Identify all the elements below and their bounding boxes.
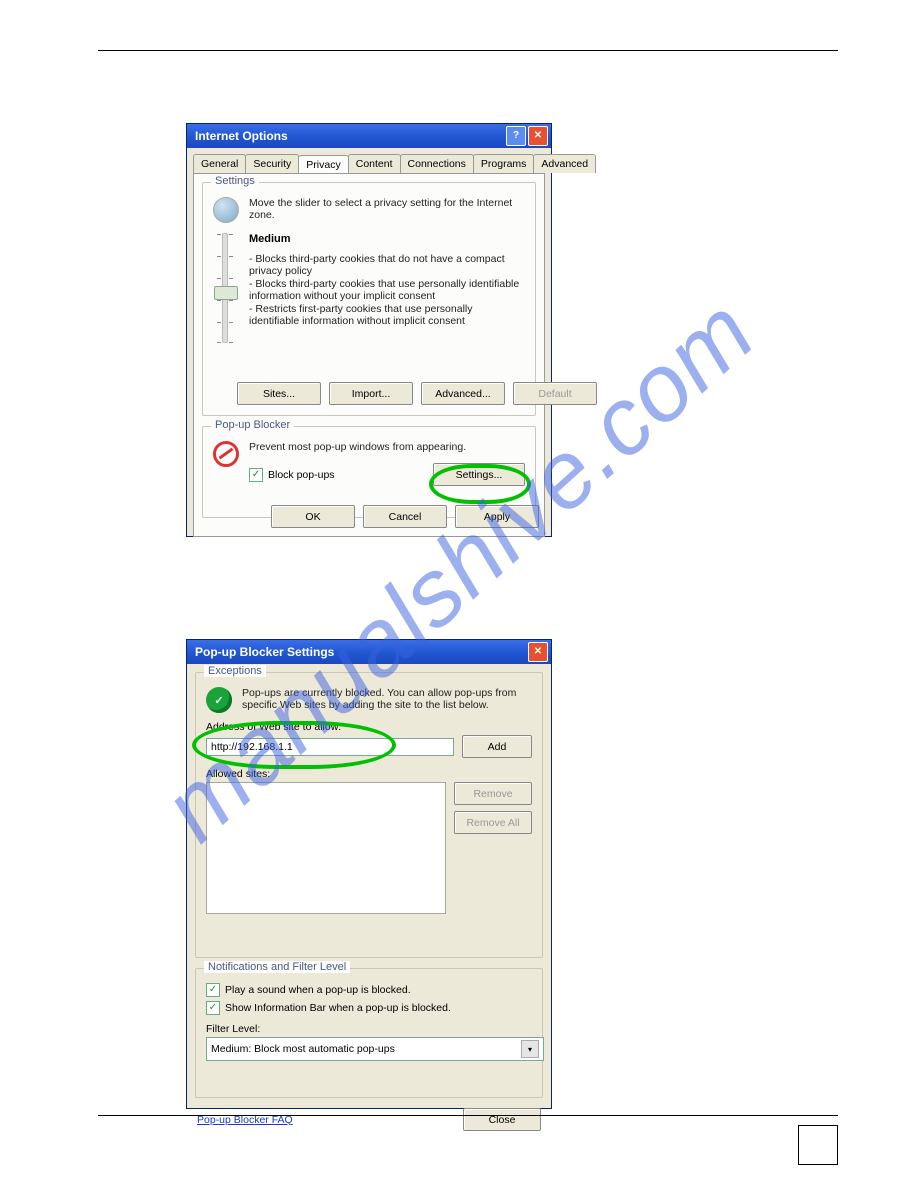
tab-strip: General Security Privacy Content Connect… (187, 148, 551, 173)
popup-group-title: Pop-up Blocker (211, 419, 294, 431)
show-infobar-checkbox[interactable]: Show Information Bar when a pop-up is bl… (206, 1001, 532, 1015)
apply-button[interactable]: Apply (455, 505, 539, 528)
play-sound-label: Play a sound when a pop-up is blocked. (225, 984, 411, 996)
dialog-title: Pop-up Blocker Settings (195, 640, 334, 664)
filter-level-label: Filter Level: (206, 1023, 532, 1035)
privacy-description: - Blocks third-party cookies that do not… (249, 253, 525, 327)
settings-group: Settings Move the slider to select a pri… (202, 182, 536, 416)
tab-panel: Settings Move the slider to select a pri… (193, 173, 545, 537)
checkbox-icon (206, 1001, 220, 1015)
settings-group-title: Settings (211, 175, 259, 187)
close-button[interactable]: ✕ (528, 642, 548, 662)
remove-all-button: Remove All (454, 811, 532, 834)
checkbox-icon (206, 983, 220, 997)
settings-instruction: Move the slider to select a privacy sett… (249, 197, 525, 221)
close-icon: ✕ (534, 647, 542, 657)
tab-content[interactable]: Content (348, 154, 401, 173)
dialog-titlebar: Internet Options ? ✕ (187, 124, 551, 148)
shield-check-icon: ✓ (206, 687, 232, 713)
page-header-rule (98, 50, 838, 51)
internet-options-dialog: Internet Options ? ✕ General Security Pr… (186, 123, 552, 537)
filter-level-select[interactable]: Medium: Block most automatic pop-ups ▾ (206, 1037, 544, 1061)
default-button: Default (513, 382, 597, 405)
popup-settings-button[interactable]: Settings... (433, 463, 525, 486)
bullet-1: - Blocks third-party cookies that do not… (249, 253, 525, 277)
block-icon (213, 441, 239, 467)
popup-instruction: Prevent most pop-up windows from appeari… (249, 441, 525, 453)
dialog-button-row: OK Cancel Apply (271, 505, 539, 528)
popup-blocker-settings-dialog: Pop-up Blocker Settings ✕ Exceptions ✓ P… (186, 639, 552, 1109)
play-sound-checkbox[interactable]: Play a sound when a pop-up is blocked. (206, 983, 532, 997)
privacy-level-label: Medium (249, 233, 525, 245)
block-popups-checkbox[interactable]: Block pop-ups (249, 468, 335, 482)
privacy-slider[interactable] (213, 233, 237, 343)
tab-privacy[interactable]: Privacy (298, 155, 348, 174)
dialog-title: Internet Options (195, 124, 288, 148)
slider-thumb[interactable] (214, 286, 238, 300)
close-dialog-button[interactable]: Close (463, 1108, 541, 1131)
filter-level-value: Medium: Block most automatic pop-ups (211, 1043, 395, 1055)
bullet-2: - Blocks third-party cookies that use pe… (249, 278, 525, 302)
remove-button: Remove (454, 782, 532, 805)
chevron-down-icon: ▾ (521, 1040, 539, 1058)
tab-advanced[interactable]: Advanced (533, 154, 596, 173)
exceptions-group: Exceptions ✓ Pop-ups are currently block… (195, 672, 543, 958)
cancel-button[interactable]: Cancel (363, 505, 447, 528)
checkbox-icon (249, 468, 263, 482)
allowed-sites-label: Allowed sites: (206, 768, 532, 780)
address-input[interactable] (206, 738, 454, 756)
close-icon: ✕ (534, 131, 542, 141)
help-icon: ? (513, 131, 519, 141)
notifications-group-title: Notifications and Filter Level (204, 961, 350, 973)
page-number-box (798, 1125, 838, 1165)
show-infobar-label: Show Information Bar when a pop-up is bl… (225, 1002, 451, 1014)
globe-icon (213, 197, 239, 223)
tab-programs[interactable]: Programs (473, 154, 535, 173)
bullet-3: - Restricts first-party cookies that use… (249, 303, 525, 327)
tab-connections[interactable]: Connections (400, 154, 474, 173)
tab-security[interactable]: Security (245, 154, 299, 173)
block-popups-label: Block pop-ups (268, 469, 335, 481)
close-button[interactable]: ✕ (528, 126, 548, 146)
advanced-button[interactable]: Advanced... (421, 382, 505, 405)
add-button[interactable]: Add (462, 735, 532, 758)
ok-button[interactable]: OK (271, 505, 355, 528)
import-button[interactable]: Import... (329, 382, 413, 405)
notifications-group: Notifications and Filter Level Play a so… (195, 968, 543, 1098)
help-button[interactable]: ? (506, 126, 526, 146)
dialog-titlebar: Pop-up Blocker Settings ✕ (187, 640, 551, 664)
address-label: Address of Web site to allow: (206, 721, 532, 733)
page-footer-rule (98, 1115, 838, 1116)
tab-general[interactable]: General (193, 154, 246, 173)
exceptions-group-title: Exceptions (204, 665, 266, 677)
dialog-content: Exceptions ✓ Pop-ups are currently block… (187, 664, 551, 1116)
exceptions-instruction: Pop-ups are currently blocked. You can a… (242, 687, 532, 711)
sites-button[interactable]: Sites... (237, 382, 321, 405)
allowed-sites-list[interactable] (206, 782, 446, 914)
